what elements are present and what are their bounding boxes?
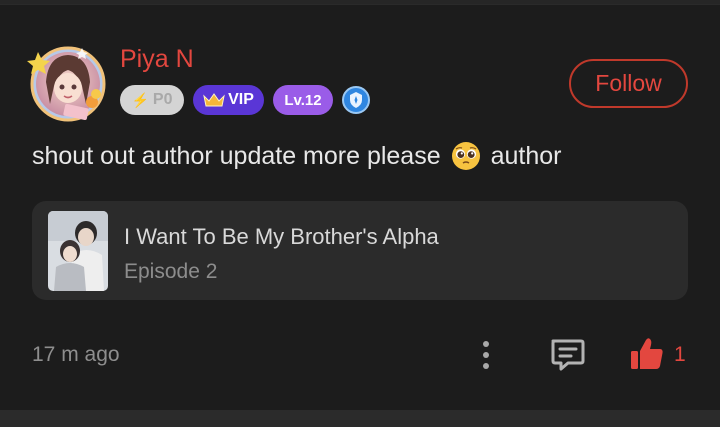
level-p0-badge: ⚡ P0 [120,85,184,115]
top-divider [0,0,720,5]
comment-text-after: author [490,141,562,170]
bottom-divider [0,410,720,427]
book-cover-image [48,211,108,291]
book-card[interactable] [32,201,688,300]
shield-badge-icon [342,86,370,114]
comment-text-before: shout out author update more please [32,141,441,170]
p0-badge-label: P0 [152,91,173,108]
lightning-icon: ⚡ [131,91,149,108]
username[interactable]: Piya N [120,45,194,74]
avatar[interactable] [26,42,108,124]
pleading-face-emoji [451,142,480,170]
book-title[interactable]: I Want To Be My Brother's Alpha [124,224,439,250]
level-badge: Lv.12 [273,85,333,115]
comment-timestamp: 17 m ago [32,343,120,366]
book-episode: Episode 2 [124,260,218,283]
comment-text: shout out author update more please auth… [32,141,562,171]
follow-button[interactable]: Follow [569,59,688,108]
vip-badge: VIP [193,85,264,115]
vip-badge-label: VIP [228,91,254,108]
user-badges: ⚡ P0 VIP Lv.12 [120,85,370,115]
more-options-icon[interactable] [476,338,496,372]
thumbs-up-icon[interactable] [629,336,665,372]
reply-comment-icon[interactable] [548,336,586,374]
crown-icon [203,93,225,107]
like-count: 1 [674,343,686,366]
